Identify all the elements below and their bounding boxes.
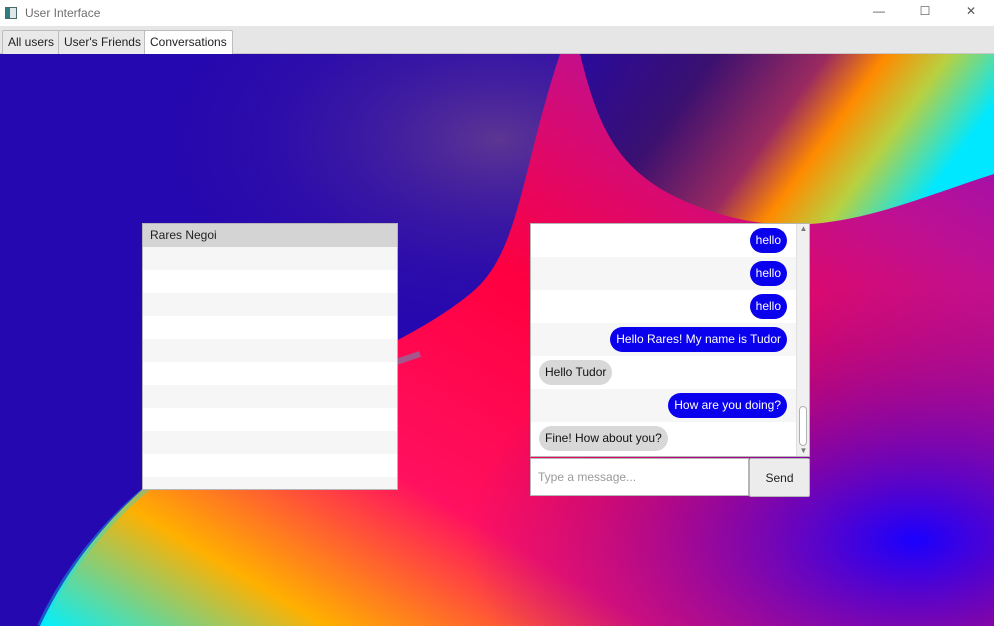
sent-message-bubble: Hello Rares! My name is Tudor bbox=[610, 327, 787, 352]
sent-message-bubble: How are you doing? bbox=[668, 393, 787, 418]
tab-users-friends[interactable]: User's Friends bbox=[58, 30, 147, 54]
message-row: How are you doing? bbox=[531, 389, 809, 422]
list-item[interactable] bbox=[143, 270, 397, 293]
list-item[interactable] bbox=[143, 316, 397, 339]
list-item[interactable] bbox=[143, 362, 397, 385]
minimize-button[interactable]: — bbox=[856, 0, 902, 22]
message-row: hello bbox=[531, 290, 809, 323]
tab-bar: All users User's Friends Conversations bbox=[0, 26, 994, 54]
list-item[interactable] bbox=[143, 293, 397, 316]
scroll-up-icon[interactable]: ▲ bbox=[797, 224, 809, 234]
conversation-list[interactable]: Rares Negoi bbox=[142, 223, 398, 490]
app-window-icon bbox=[5, 7, 17, 19]
list-item[interactable] bbox=[143, 247, 397, 270]
message-row: hello bbox=[531, 224, 809, 257]
message-row: Hello Rares! My name is Tudor bbox=[531, 323, 809, 356]
tab-conversations[interactable]: Conversations bbox=[144, 30, 233, 54]
list-item[interactable] bbox=[143, 339, 397, 362]
received-message-bubble: Fine! How about you? bbox=[539, 426, 668, 451]
scroll-down-icon[interactable]: ▼ bbox=[797, 446, 809, 456]
received-message-bubble: Hello Tudor bbox=[539, 360, 613, 385]
close-icon: ✕ bbox=[965, 4, 977, 18]
chat-messages[interactable]: hello hello hello Hello Rares! My name i… bbox=[530, 223, 810, 457]
maximize-button[interactable]: ☐ bbox=[902, 0, 948, 22]
list-item[interactable] bbox=[143, 431, 397, 454]
close-button[interactable]: ✕ bbox=[948, 0, 994, 22]
maximize-icon: ☐ bbox=[919, 4, 931, 18]
message-row: Fine! How about you? bbox=[531, 422, 809, 455]
window-controls: — ☐ ✕ bbox=[856, 0, 994, 22]
scroll-thumb[interactable] bbox=[799, 406, 807, 446]
tab-all-users[interactable]: All users bbox=[2, 30, 61, 54]
list-item[interactable] bbox=[143, 454, 397, 477]
message-input[interactable] bbox=[530, 458, 749, 496]
list-item[interactable] bbox=[143, 385, 397, 408]
list-item[interactable]: Rares Negoi bbox=[143, 224, 397, 247]
sent-message-bubble: hello bbox=[749, 228, 787, 253]
message-row: hello bbox=[531, 257, 809, 290]
sent-message-bubble: hello bbox=[749, 261, 787, 286]
list-item[interactable] bbox=[143, 408, 397, 431]
minimize-icon: — bbox=[873, 4, 885, 18]
title-bar: User Interface — ☐ ✕ bbox=[0, 0, 994, 26]
sent-message-bubble: hello bbox=[749, 294, 787, 319]
chat-scrollbar[interactable]: ▲ ▼ bbox=[796, 224, 809, 456]
send-button[interactable]: Send bbox=[749, 458, 810, 497]
list-item[interactable] bbox=[143, 477, 397, 489]
window-title: User Interface bbox=[25, 6, 101, 20]
message-row: Hello Tudor bbox=[531, 356, 809, 389]
